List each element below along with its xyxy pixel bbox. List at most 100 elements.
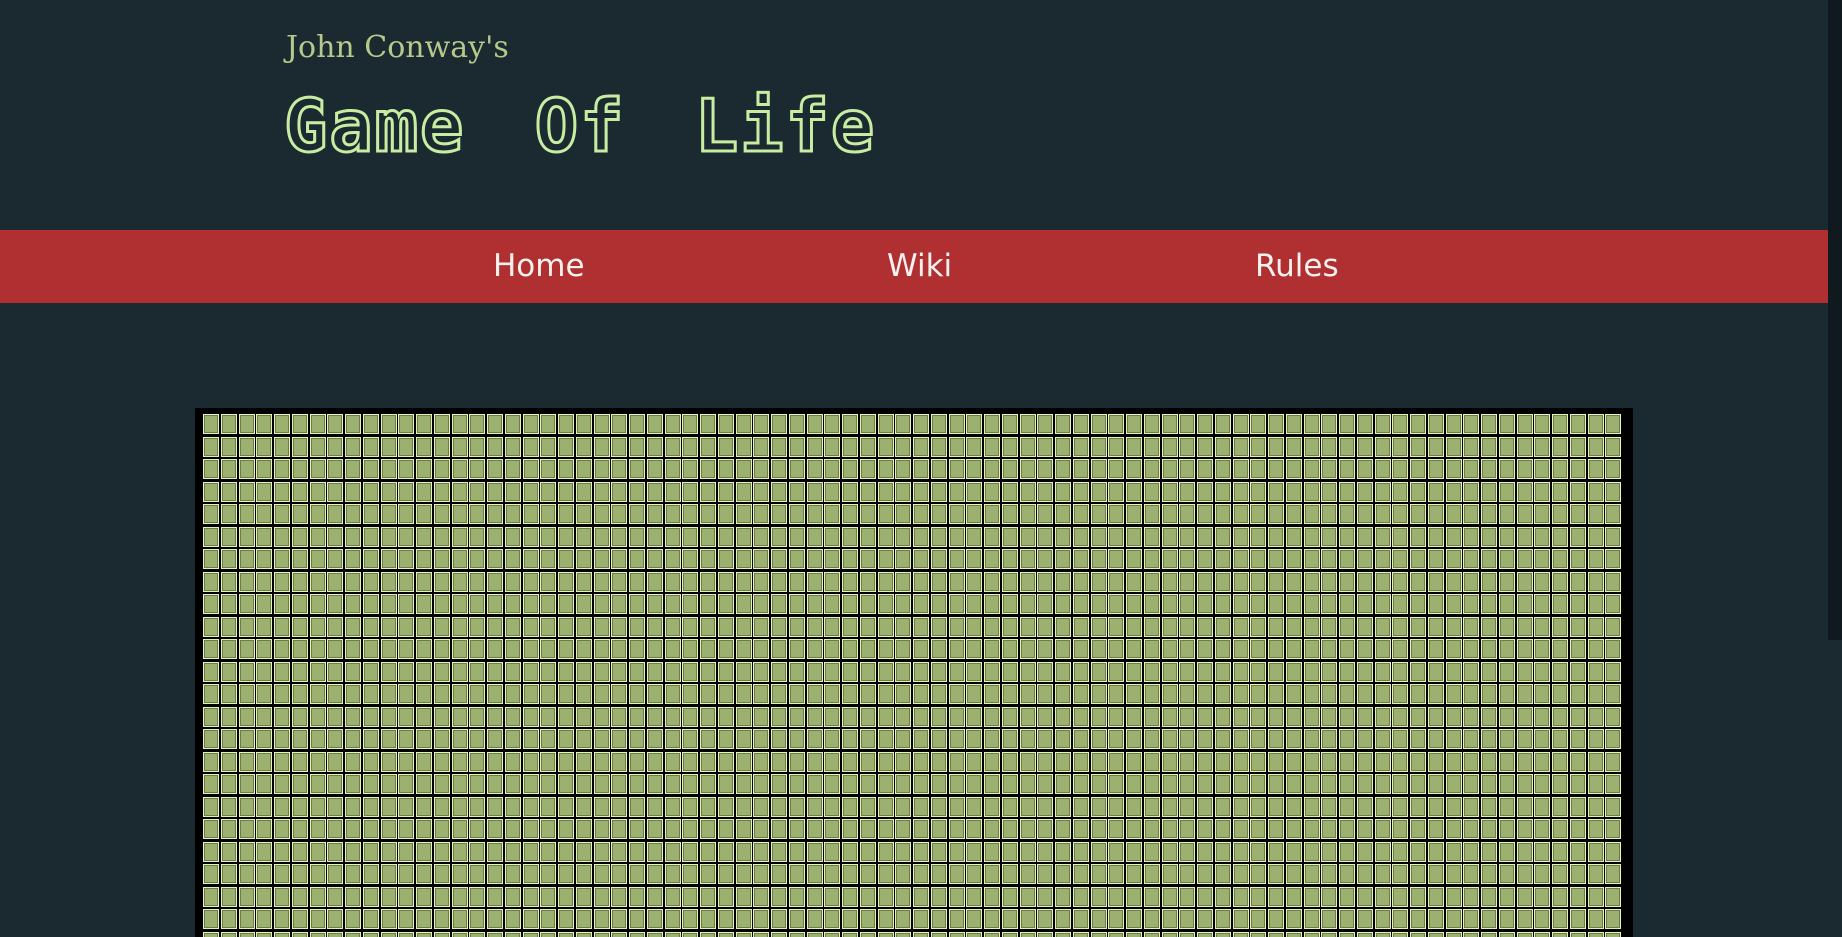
grid-cell[interactable] xyxy=(1303,931,1320,937)
grid-cell[interactable] xyxy=(291,931,308,937)
grid-cell[interactable] xyxy=(540,661,557,682)
grid-cell[interactable] xyxy=(416,774,432,794)
grid-cell[interactable] xyxy=(1498,819,1515,839)
grid-cell[interactable] xyxy=(913,819,929,839)
grid-cell[interactable] xyxy=(1055,774,1071,794)
grid-cell[interactable] xyxy=(291,436,308,457)
grid-cell[interactable] xyxy=(309,706,326,727)
grid-cell[interactable] xyxy=(416,751,432,772)
grid-cell[interactable] xyxy=(1516,639,1533,659)
grid-cell[interactable] xyxy=(842,774,858,794)
grid-cell[interactable] xyxy=(380,504,397,524)
grid-cell[interactable] xyxy=(806,819,823,839)
grid-cell[interactable] xyxy=(1534,796,1551,817)
grid-cell[interactable] xyxy=(842,886,858,907)
grid-cell[interactable] xyxy=(1268,774,1284,794)
grid-cell[interactable] xyxy=(1303,504,1320,524)
grid-cell[interactable] xyxy=(1516,594,1533,614)
grid-cell[interactable] xyxy=(1037,751,1054,772)
grid-cell[interactable] xyxy=(522,504,539,524)
grid-cell[interactable] xyxy=(1250,661,1267,682)
grid-cell[interactable] xyxy=(948,684,965,704)
grid-cell[interactable] xyxy=(1250,819,1267,839)
grid-cell[interactable] xyxy=(611,661,628,682)
grid-cell[interactable] xyxy=(824,774,841,794)
grid-cell[interactable] xyxy=(433,616,450,637)
grid-cell[interactable] xyxy=(1108,616,1125,637)
grid-cell[interactable] xyxy=(256,864,273,884)
grid-cell[interactable] xyxy=(1516,684,1533,704)
grid-cell[interactable] xyxy=(1268,414,1284,434)
grid-cell[interactable] xyxy=(327,774,344,794)
grid-cell[interactable] xyxy=(274,684,290,704)
grid-cell[interactable] xyxy=(416,841,432,862)
grid-cell[interactable] xyxy=(1303,796,1320,817)
grid-cell[interactable] xyxy=(735,819,752,839)
grid-cell[interactable] xyxy=(682,796,699,817)
grid-cell[interactable] xyxy=(664,639,681,659)
grid-cell[interactable] xyxy=(380,841,397,862)
grid-cell[interactable] xyxy=(575,481,592,502)
grid-cell[interactable] xyxy=(274,931,290,937)
grid-cell[interactable] xyxy=(948,774,965,794)
grid-cell[interactable] xyxy=(646,571,663,592)
grid-cell[interactable] xyxy=(309,819,326,839)
grid-cell[interactable] xyxy=(274,594,290,614)
grid-cell[interactable] xyxy=(203,886,219,907)
grid-cell[interactable] xyxy=(1356,684,1373,704)
grid-cell[interactable] xyxy=(558,481,574,502)
grid-cell[interactable] xyxy=(806,571,823,592)
grid-cell[interactable] xyxy=(398,886,415,907)
grid-cell[interactable] xyxy=(256,661,273,682)
grid-cell[interactable] xyxy=(859,526,876,547)
grid-cell[interactable] xyxy=(398,504,415,524)
grid-cell[interactable] xyxy=(700,504,716,524)
grid-cell[interactable] xyxy=(362,436,379,457)
grid-cell[interactable] xyxy=(1037,819,1054,839)
grid-cell[interactable] xyxy=(1481,684,1497,704)
grid-cell[interactable] xyxy=(1214,751,1231,772)
grid-cell[interactable] xyxy=(1498,774,1515,794)
grid-cell[interactable] xyxy=(877,594,894,614)
grid-cell[interactable] xyxy=(238,886,255,907)
grid-cell[interactable] xyxy=(1019,661,1036,682)
grid-cell[interactable] xyxy=(1463,931,1480,937)
grid-cell[interactable] xyxy=(1339,594,1355,614)
grid-cell[interactable] xyxy=(682,549,699,569)
grid-cell[interactable] xyxy=(1055,864,1071,884)
grid-cell[interactable] xyxy=(1268,751,1284,772)
grid-cell[interactable] xyxy=(1569,639,1586,659)
grid-cell[interactable] xyxy=(1605,931,1622,937)
grid-cell[interactable] xyxy=(1339,549,1355,569)
grid-cell[interactable] xyxy=(859,751,876,772)
grid-cell[interactable] xyxy=(1072,549,1089,569)
grid-cell[interactable] xyxy=(362,774,379,794)
grid-cell[interactable] xyxy=(1410,774,1426,794)
grid-cell[interactable] xyxy=(682,886,699,907)
grid-cell[interactable] xyxy=(966,594,983,614)
grid-cell[interactable] xyxy=(398,616,415,637)
grid-cell[interactable] xyxy=(1037,571,1054,592)
grid-cell[interactable] xyxy=(345,864,361,884)
grid-cell[interactable] xyxy=(1232,751,1249,772)
grid-cell[interactable] xyxy=(1374,571,1391,592)
grid-cell[interactable] xyxy=(291,774,308,794)
grid-cell[interactable] xyxy=(1605,774,1622,794)
grid-cell[interactable] xyxy=(1339,931,1355,937)
grid-cell[interactable] xyxy=(700,661,716,682)
grid-cell[interactable] xyxy=(345,481,361,502)
grid-cell[interactable] xyxy=(735,729,752,749)
grid-cell[interactable] xyxy=(1605,819,1622,839)
grid-cell[interactable] xyxy=(1392,414,1409,434)
grid-cell[interactable] xyxy=(1037,909,1054,929)
grid-cell[interactable] xyxy=(274,661,290,682)
grid-cell[interactable] xyxy=(1001,571,1018,592)
grid-cell[interactable] xyxy=(238,549,255,569)
grid-cell[interactable] xyxy=(1410,684,1426,704)
grid-cell[interactable] xyxy=(1427,864,1444,884)
grid-cell[interactable] xyxy=(877,616,894,637)
grid-cell[interactable] xyxy=(1019,909,1036,929)
grid-cell[interactable] xyxy=(930,414,947,434)
grid-cell[interactable] xyxy=(416,481,432,502)
grid-cell[interactable] xyxy=(1161,751,1178,772)
